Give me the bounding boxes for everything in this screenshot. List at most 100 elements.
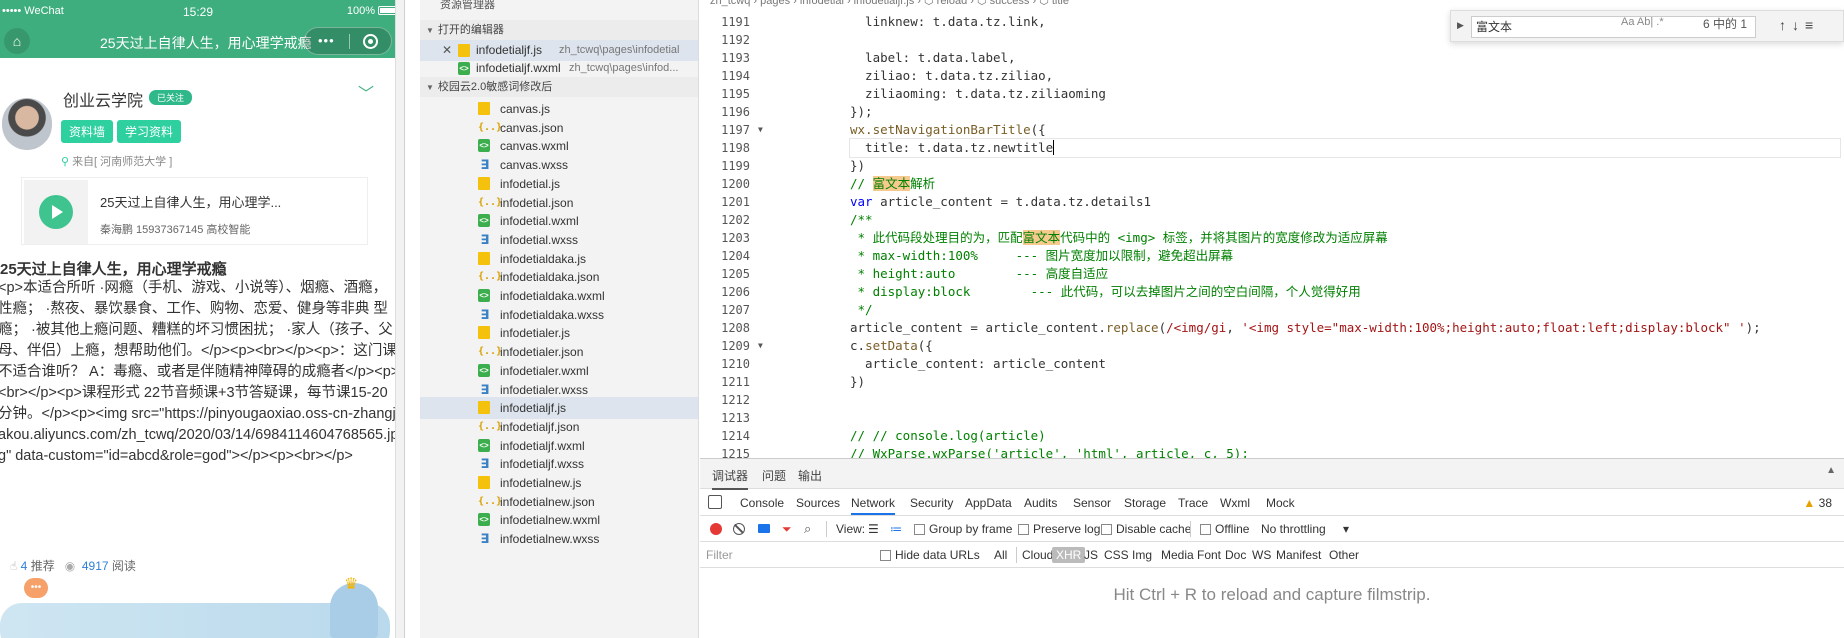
panel-tab-wxml[interactable]: Wxml xyxy=(1220,496,1250,510)
preserve-log-checkbox[interactable]: Preserve log xyxy=(1018,522,1100,536)
open-editor-label: infodetialjf.wxml xyxy=(476,61,561,75)
panel-tab-mock[interactable]: Mock xyxy=(1266,496,1295,510)
comment-bubble-icon[interactable]: ••• xyxy=(24,578,48,598)
clock-label: 15:29 xyxy=(183,5,214,19)
filter-input[interactable]: Filter xyxy=(704,546,864,564)
panel-tab-network[interactable]: Network xyxy=(851,496,896,515)
code-line[interactable]: /** xyxy=(850,211,1840,229)
find-navigation-buttons[interactable]: ↑↓≡ xyxy=(1779,17,1819,33)
code-line[interactable]: // // console.log(article) xyxy=(850,427,1840,445)
panel-tab-sensor[interactable]: Sensor xyxy=(1073,496,1111,510)
thumb-up-icon[interactable]: ☝ xyxy=(10,559,17,573)
warnings-count[interactable]: ▲ 38 xyxy=(1803,496,1832,510)
line-number: 1209 ▼ xyxy=(721,339,763,353)
code-line[interactable]: }) xyxy=(850,373,1840,391)
code-line[interactable]: ziliaoming: t.data.tz.ziliaoming xyxy=(850,85,1840,103)
panel-tab-appdata[interactable]: AppData xyxy=(965,496,1012,510)
code-line[interactable]: * 此代码段处理目的为，匹配富文本代码中的 <img> 标签，并将其图片的宽度修… xyxy=(850,229,1840,247)
devtools-tabs: 调试器 问题 输出 ▲ xyxy=(700,459,1844,490)
panel-tab-trace[interactable]: Trace xyxy=(1178,496,1208,510)
tab-problems[interactable]: 问题 xyxy=(762,467,786,484)
search-icon[interactable]: ⌕ xyxy=(804,521,811,537)
code-area[interactable]: linknew: t.data.tz.link, label: t.data.l… xyxy=(849,13,1841,458)
file-item[interactable]: ∃ infodetialnew.wxss xyxy=(420,528,698,550)
inspect-element-icon[interactable] xyxy=(708,495,722,509)
code-line[interactable]: label: t.data.label, xyxy=(850,49,1840,67)
more-menu-icon[interactable]: ••• xyxy=(318,33,335,48)
code-line[interactable]: // WxParse.wxParse('article', 'html', ar… xyxy=(850,445,1840,458)
line-number: 1202 xyxy=(721,213,750,227)
tag-resource-wall[interactable]: 资料墙 xyxy=(61,120,114,143)
breadcrumb[interactable]: zh_tcwq › pages › infodetial › infodetia… xyxy=(700,0,1069,8)
code-line[interactable]: }) xyxy=(850,157,1840,175)
file-name: infodetialnew.wxss xyxy=(500,532,600,547)
code-line[interactable]: * max-width:100% --- 图片宽度加以限制，避免超出屏幕 xyxy=(850,247,1840,265)
throttling-select[interactable]: No throttling ▾ xyxy=(1261,522,1349,536)
filter-icon[interactable]: ⏷ xyxy=(782,522,792,537)
code-line[interactable]: ziliao: t.data.tz.ziliao, xyxy=(850,67,1840,85)
code-line[interactable]: var article_content = t.data.tz.details1 xyxy=(850,193,1840,211)
code-line[interactable] xyxy=(850,409,1840,427)
code-line[interactable]: */ xyxy=(850,301,1840,319)
fold-icon[interactable]: ▼ xyxy=(758,121,763,139)
tab-output[interactable]: 输出 xyxy=(798,467,822,484)
code-line[interactable]: // 富文本解析 xyxy=(850,175,1840,193)
filter-type-all[interactable]: All xyxy=(994,548,1007,562)
code-line[interactable]: c.setData({ xyxy=(850,337,1840,355)
avatar[interactable] xyxy=(2,98,52,150)
disable-cache-checkbox[interactable]: Disable cache xyxy=(1101,522,1191,536)
panel-tab-console[interactable]: Console xyxy=(740,496,784,510)
panel-tab-storage[interactable]: Storage xyxy=(1124,496,1166,510)
filter-type-doc[interactable]: Doc xyxy=(1225,548,1246,562)
collapse-panel-icon[interactable]: ▲ xyxy=(1826,465,1836,476)
code-line[interactable]: article_content: article_content xyxy=(850,355,1840,373)
code-line[interactable]: wx.setNavigationBarTitle({ xyxy=(850,121,1840,139)
project-section[interactable]: ▼ 校园云2.0敏感词修改后 xyxy=(420,77,698,97)
filter-type-media[interactable]: Media xyxy=(1161,548,1194,562)
simulator-divider[interactable] xyxy=(395,0,404,638)
toggle-replace-icon[interactable]: ▶ xyxy=(1457,20,1464,31)
close-miniapp-icon[interactable] xyxy=(363,34,378,49)
panel-tab-sources[interactable]: Sources xyxy=(796,496,840,510)
wxml-file-icon: <> xyxy=(478,438,490,452)
followed-badge[interactable]: 已关注 xyxy=(149,90,193,105)
chevron-down-icon[interactable]: ﹀ xyxy=(358,80,374,104)
author-name[interactable]: 创业云学院 xyxy=(63,87,143,111)
code-line[interactable]: article_content = article_content.replac… xyxy=(850,319,1840,337)
filter-type-cloud[interactable]: Cloud xyxy=(1022,548,1053,562)
open-editor-item[interactable]: <> infodetialjf.wxml zh_tcwq\pages\infod..… xyxy=(420,58,698,79)
record-icon[interactable] xyxy=(710,523,722,535)
open-editors-section[interactable]: ▼ 打开的编辑器 xyxy=(420,20,698,40)
panel-tab-audits[interactable]: Audits xyxy=(1024,496,1057,510)
filter-type-font[interactable]: Font xyxy=(1197,548,1221,562)
fold-icon[interactable]: ▼ xyxy=(758,337,763,355)
panel-tab-security[interactable]: Security xyxy=(910,496,953,510)
course-card[interactable]: 25天过上自律人生，用心理学... 秦海鹏 15937367145 高校智能 xyxy=(21,177,368,245)
filter-type-js[interactable]: JS xyxy=(1084,548,1098,562)
code-line-current[interactable]: title: t.data.tz.newtitle xyxy=(849,138,1841,158)
group-by-frame-checkbox[interactable]: Group by frame xyxy=(914,522,1012,536)
code-line[interactable]: * height:auto --- 高度自适应 xyxy=(850,265,1840,283)
tag-study-material[interactable]: 学习资料 xyxy=(117,120,182,143)
code-line[interactable]: }); xyxy=(850,103,1840,121)
list-view-icon[interactable]: ☰ xyxy=(868,522,879,536)
clear-icon[interactable] xyxy=(733,523,745,535)
filter-type-manifest[interactable]: Manifest xyxy=(1276,548,1321,562)
code-editor[interactable]: zh_tcwq › pages › infodetial › infodetia… xyxy=(700,0,1844,458)
offline-label: Offline xyxy=(1215,522,1250,536)
code-line[interactable] xyxy=(850,391,1840,409)
filter-type-img[interactable]: Img xyxy=(1132,548,1152,562)
filter-type-ws[interactable]: WS xyxy=(1252,548,1271,562)
code-line[interactable]: * display:block --- 此代码，可以去掉图片之间的空白间隔，个人… xyxy=(850,283,1840,301)
play-icon[interactable] xyxy=(39,195,73,229)
find-options[interactable]: Aa Ab| .* xyxy=(1621,16,1664,28)
home-icon[interactable]: ⌂ xyxy=(4,28,30,54)
filter-type-xhr[interactable]: XHR xyxy=(1052,547,1086,563)
hide-data-urls-checkbox[interactable]: Hide data URLs xyxy=(880,548,1000,562)
filter-type-css[interactable]: CSS xyxy=(1104,548,1129,562)
screenshot-icon[interactable] xyxy=(758,524,770,533)
offline-checkbox[interactable]: Offline xyxy=(1200,522,1249,536)
waterfall-view-icon[interactable]: ≔ xyxy=(890,522,902,536)
tab-debugger[interactable]: 调试器 xyxy=(712,467,749,490)
filter-type-other[interactable]: Other xyxy=(1329,548,1359,562)
